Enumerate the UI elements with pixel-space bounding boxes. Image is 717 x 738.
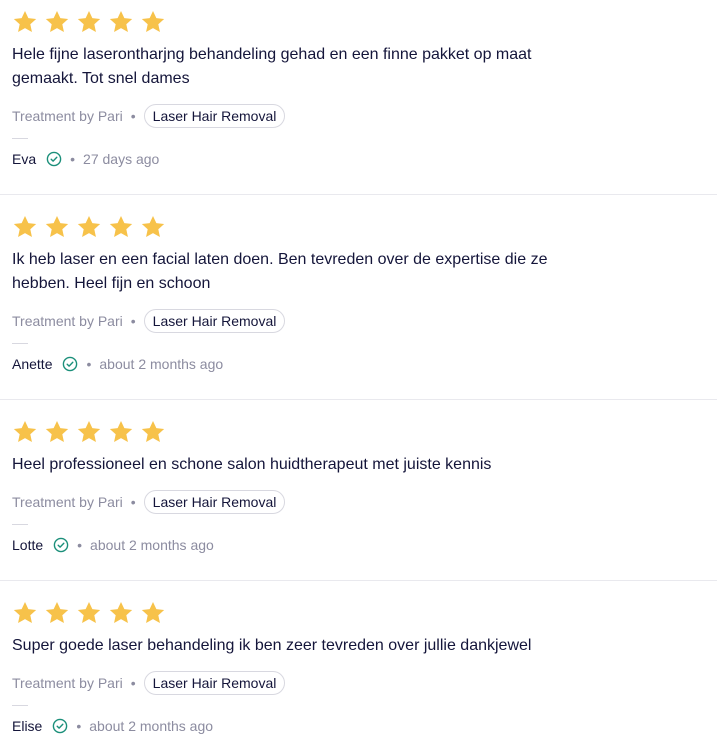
divider xyxy=(12,343,28,344)
star-rating xyxy=(12,9,709,35)
star-icon xyxy=(12,419,38,445)
author-name: Anette xyxy=(12,356,53,372)
treatment-by-label: Treatment by Pari xyxy=(12,675,123,691)
divider xyxy=(12,705,28,706)
treatment-row: Treatment by Pari • Laser Hair Removal xyxy=(12,104,709,128)
separator-dot: • xyxy=(130,675,136,691)
separator-dot: • xyxy=(130,494,136,510)
separator-dot: • xyxy=(130,108,136,124)
separator-dot: • xyxy=(77,537,83,553)
separator-dot: • xyxy=(86,356,92,372)
author-row: Lotte • about 2 months ago xyxy=(12,534,709,556)
review-text: Hele fijne laserontharjng behandeling ge… xyxy=(12,46,532,87)
author-row: Eva • 27 days ago xyxy=(12,148,709,170)
verified-check-icon xyxy=(53,537,69,553)
review-card: Hele fijne laserontharjng behandeling ge… xyxy=(0,0,717,170)
separator-dot: • xyxy=(70,151,76,167)
review-time: about 2 months ago xyxy=(89,718,214,734)
star-icon xyxy=(108,419,134,445)
treatment-by-label: Treatment by Pari xyxy=(12,494,123,510)
star-icon xyxy=(140,214,166,240)
star-icon xyxy=(44,214,70,240)
review-card: Ik heb laser en een facial laten doen. B… xyxy=(0,194,717,375)
treatment-row: Treatment by Pari • Laser Hair Removal xyxy=(12,309,709,333)
treatment-row: Treatment by Pari • Laser Hair Removal xyxy=(12,671,709,695)
treatment-by-label: Treatment by Pari xyxy=(12,313,123,329)
star-icon xyxy=(12,600,38,626)
treatment-chip[interactable]: Laser Hair Removal xyxy=(143,671,286,695)
star-icon xyxy=(140,600,166,626)
star-icon xyxy=(76,600,102,626)
star-icon xyxy=(76,9,102,35)
review-card: Heel professioneel en schone salon huidt… xyxy=(0,399,717,556)
divider xyxy=(12,138,28,139)
star-icon xyxy=(12,214,38,240)
review-text: Ik heb laser en een facial laten doen. B… xyxy=(12,251,548,292)
separator-dot: • xyxy=(130,313,136,329)
verified-check-icon xyxy=(63,356,78,372)
star-icon xyxy=(12,9,38,35)
review-time: about 2 months ago xyxy=(99,356,224,372)
star-icon xyxy=(44,419,70,445)
star-icon xyxy=(140,9,166,35)
treatment-chip[interactable]: Laser Hair Removal xyxy=(143,104,286,128)
review-card: Super goede laser behandeling ik ben zee… xyxy=(0,580,717,737)
review-text: Heel professioneel en schone salon huidt… xyxy=(12,456,492,473)
divider xyxy=(12,524,28,525)
treatment-by-label: Treatment by Pari xyxy=(12,108,123,124)
verified-check-icon xyxy=(46,151,62,167)
author-name: Elise xyxy=(12,718,43,734)
treatment-row: Treatment by Pari • Laser Hair Removal xyxy=(12,490,709,514)
star-icon xyxy=(108,600,134,626)
review-time: 27 days ago xyxy=(83,151,160,167)
star-icon xyxy=(76,419,102,445)
author-row: Anette • about 2 months ago xyxy=(12,353,709,375)
review-text: Super goede laser behandeling ik ben zee… xyxy=(12,637,532,654)
star-icon xyxy=(76,214,102,240)
author-name: Eva xyxy=(12,151,37,167)
author-row: Elise • about 2 months ago xyxy=(12,715,709,737)
star-icon xyxy=(44,600,70,626)
reviews-list: Hele fijne laserontharjng behandeling ge… xyxy=(0,0,717,737)
treatment-chip[interactable]: Laser Hair Removal xyxy=(143,490,286,514)
star-icon xyxy=(140,419,166,445)
separator-dot: • xyxy=(76,718,82,734)
verified-check-icon xyxy=(53,718,68,734)
review-time: about 2 months ago xyxy=(90,537,214,553)
star-icon xyxy=(44,9,70,35)
treatment-chip[interactable]: Laser Hair Removal xyxy=(143,309,286,333)
star-rating xyxy=(12,214,709,240)
star-rating xyxy=(12,600,709,626)
star-rating xyxy=(12,419,709,445)
star-icon xyxy=(108,214,134,240)
star-icon xyxy=(108,9,134,35)
author-name: Lotte xyxy=(12,537,44,553)
